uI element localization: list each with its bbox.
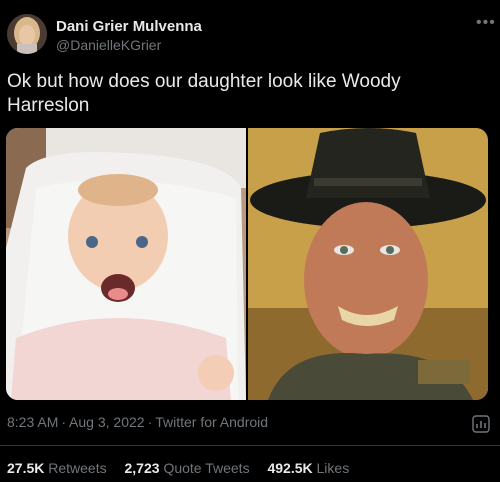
- likes-label: Likes: [316, 460, 350, 476]
- analytics-icon[interactable]: [472, 415, 490, 433]
- tweet-date[interactable]: Aug 3, 2022: [69, 414, 145, 430]
- engagement-stats: 27.5K Retweets 2,723 Quote Tweets 492.5K…: [7, 460, 363, 476]
- tweet: Dani Grier Mulvenna @DanielleKGrier ••• …: [0, 0, 500, 482]
- tweet-text: Ok but how does our daughter look like W…: [7, 71, 401, 116]
- media-grid: [6, 128, 488, 400]
- author-display-name[interactable]: Dani Grier Mulvenna: [56, 18, 202, 35]
- tweet-source[interactable]: Twitter for Android: [155, 414, 268, 430]
- likes-stat[interactable]: 492.5K Likes: [267, 460, 349, 476]
- smiling-baby-photo[interactable]: [6, 128, 246, 400]
- divider: [0, 445, 500, 446]
- meta-separator: ·: [147, 414, 153, 430]
- quotes-count: 2,723: [124, 460, 160, 476]
- avatar[interactable]: [7, 14, 47, 54]
- tweet-meta: 8:23 AM · Aug 3, 2022 · Twitter for Android: [7, 414, 268, 430]
- meta-separator: ·: [61, 414, 67, 430]
- quote-tweets-stat[interactable]: 2,723 Quote Tweets: [125, 460, 250, 476]
- man-in-cowboy-hat-photo[interactable]: [248, 128, 488, 400]
- retweets-count: 27.5K: [7, 460, 45, 476]
- more-icon[interactable]: •••: [476, 14, 496, 32]
- quotes-label: Quote Tweets: [163, 460, 250, 476]
- retweets-stat[interactable]: 27.5K Retweets: [7, 460, 107, 476]
- retweets-label: Retweets: [48, 460, 107, 476]
- tweet-time[interactable]: 8:23 AM: [7, 414, 58, 430]
- likes-count: 492.5K: [267, 460, 313, 476]
- author-handle[interactable]: @DanielleKGrier: [56, 37, 161, 53]
